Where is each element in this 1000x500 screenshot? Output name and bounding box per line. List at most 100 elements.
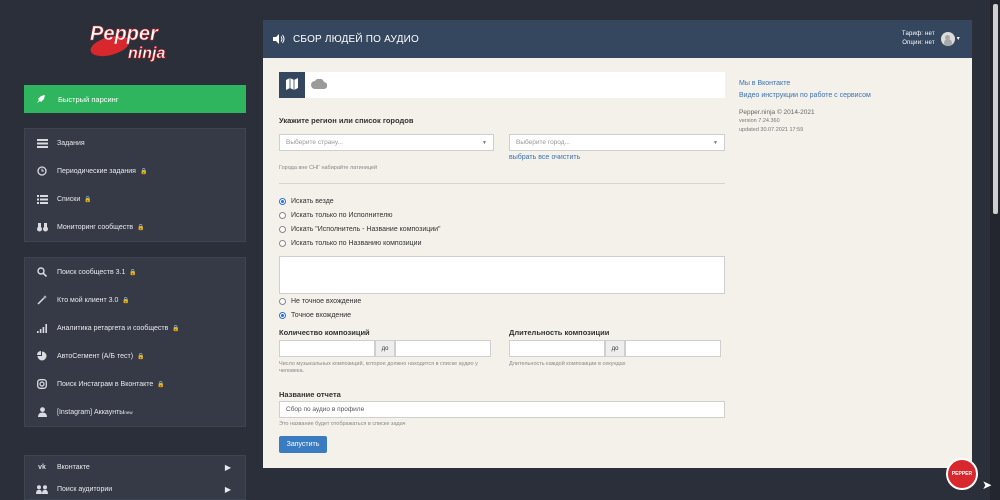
cloud-icon (311, 78, 328, 91)
lock-icon: 🔒 (129, 269, 137, 276)
lock-icon: 🔒 (137, 224, 145, 231)
lock-icon: 🔒 (122, 297, 130, 304)
magic-wand-icon (35, 295, 49, 305)
city-actions: выбрать все очистить (509, 152, 580, 161)
fast-parse-button[interactable]: Быстрый парсинг (24, 85, 246, 113)
sidebar-item-instagram-search[interactable]: Поиск Инстаграм в Вконтакте 🔒 (25, 370, 245, 398)
speaker-icon (273, 34, 285, 44)
binoculars-icon (35, 222, 49, 232)
match-mode-exact[interactable]: Точное вхождение (279, 308, 361, 322)
radio-label: Искать везде (291, 197, 334, 205)
duration-range: до (509, 340, 721, 357)
radio-button[interactable] (279, 211, 286, 219)
sidebar-item-monitoring[interactable]: Мониторинг сообществ 🔒 (25, 213, 245, 241)
logo-icon: Pepper ninja (90, 23, 166, 63)
lock-icon: 🔒 (139, 168, 148, 175)
radio-button[interactable] (279, 225, 286, 233)
duration-to-input[interactable] (625, 340, 721, 357)
source-tabs (279, 72, 725, 98)
radio-button[interactable] (279, 297, 286, 305)
lock-icon: 🔒 (137, 353, 145, 360)
sidebar: Pepper ninja Быстрый парсинг Задания Пер… (0, 0, 262, 500)
report-name-input[interactable]: Сбор по аудио в профиле (279, 401, 725, 418)
sidebar-item-label: Кто мой клиент 3.0 (57, 296, 119, 304)
updated-text: updated 30.07.2021 17:59 (739, 127, 804, 133)
avatar[interactable] (940, 32, 955, 46)
page-scrollbar[interactable] (990, 0, 1000, 500)
sidebar-item-retarget-analytics[interactable]: Аналитика ретаргета и сообществ 🔒 (25, 314, 245, 342)
match-mode-inexact[interactable]: Не точное вхождение (279, 294, 361, 308)
duration-hint: Длительность каждой композиции в секунда… (509, 361, 626, 367)
duration-label: Длительность композиции (509, 328, 610, 337)
account-menu[interactable]: Тариф: нет Опции: нет ▾ (902, 30, 960, 48)
sidebar-item-who-is-my-client[interactable]: Кто мой клиент 3.0 🔒 (25, 286, 245, 314)
sidebar-item-label: Мониторинг сообществ (57, 223, 134, 231)
sidebar-item-label: Задания (57, 139, 85, 147)
radio-button[interactable] (279, 239, 286, 247)
lock-icon: 🔒 (157, 381, 165, 388)
tasks-icon (35, 138, 49, 148)
sidebar-item-label: [Instagram] Аккаунты (57, 408, 125, 416)
vk-icon: vk (38, 463, 46, 471)
search-mode-artist-title[interactable]: Искать "Исполнитель - Название композици… (279, 222, 441, 236)
chevron-down-icon: ▼ (482, 140, 487, 146)
query-textarea[interactable] (279, 256, 725, 294)
count-to-label: до (375, 340, 395, 357)
city-select[interactable]: Выберите город... ▼ (509, 134, 725, 151)
region-label: Укажите регион или список городов (279, 116, 414, 125)
search-mode-everywhere[interactable]: Искать везде (279, 194, 441, 208)
vk-link[interactable]: Мы в Вконтакте (739, 78, 939, 90)
caret-down-icon: ▾ (956, 35, 960, 42)
duration-to-label: до (605, 340, 625, 357)
run-button[interactable]: Запустить (279, 436, 327, 453)
count-range: до (279, 340, 491, 357)
new-badge: new (124, 409, 133, 415)
fast-parse-label: Быстрый парсинг (58, 94, 119, 104)
report-hint: Это название будет отображаться в списке… (279, 421, 406, 427)
lock-icon: 🔒 (172, 325, 180, 332)
report-label: Название отчета (279, 390, 341, 399)
sidebar-item-tasks[interactable]: Задания (25, 129, 245, 157)
lock-icon: 🔒 (84, 196, 92, 203)
sidebar-item-label: Поиск сообществ 3.1 (57, 268, 126, 276)
menu-group-tools: Поиск сообществ 3.1 🔒 Кто мой клиент 3.0… (24, 257, 246, 427)
duration-from-input[interactable] (509, 340, 605, 357)
version-text: version 7.24.360 (739, 118, 780, 124)
sidebar-item-instagram-accounts[interactable]: [Instagram] Аккаунты new (25, 398, 245, 426)
main-panel: СБОР ЛЮДЕЙ ПО АУДИО Тариф: нет Опции: не… (263, 20, 972, 468)
country-placeholder: Выберите страну... (286, 139, 343, 146)
tab-map[interactable] (279, 72, 305, 98)
sidebar-item-label: АвтоСегмент (А/Б тест) (57, 352, 134, 360)
country-select[interactable]: Выберите страну... ▼ (279, 134, 494, 151)
chevron-down-icon: ▼ (713, 140, 718, 146)
count-to-input[interactable] (395, 340, 491, 357)
sidebar-item-autosegment[interactable]: АвтоСегмент (А/Б тест) 🔒 (25, 342, 245, 370)
pepper-ninja-logo[interactable]: Pepper ninja (82, 16, 192, 66)
select-all-link[interactable]: выбрать все (509, 154, 549, 161)
match-mode-group: Не точное вхождение Точное вхождение (279, 294, 361, 322)
count-from-input[interactable] (279, 340, 375, 357)
sidebar-item-lists[interactable]: Списки 🔒 (25, 185, 245, 213)
sidebar-item-label: Вконтакте (57, 463, 90, 471)
radio-label: Искать только по Исполнителю (291, 211, 393, 219)
users-icon (35, 484, 49, 494)
search-mode-artist[interactable]: Искать только по Исполнителю (279, 208, 441, 222)
radio-button[interactable] (279, 197, 286, 205)
sidebar-item-periodic-tasks[interactable]: Периодические задания 🔒 (25, 157, 245, 185)
sidebar-item-vkontakte[interactable]: vk Вконтакте ▶ (25, 456, 245, 478)
report-name-value: Сбор по аудио в профиле (286, 406, 365, 413)
instagram-icon (35, 379, 49, 389)
user-icon (35, 407, 49, 417)
radio-button[interactable] (279, 311, 286, 319)
clear-link[interactable]: очистить (551, 154, 580, 161)
tab-cloud[interactable] (311, 78, 328, 91)
radio-label: Искать только по Названию композиции (291, 239, 422, 247)
copyright-text: Pepper.ninja © 2014-2021 (739, 109, 815, 116)
scrollbar-thumb[interactable] (993, 4, 998, 214)
sidebar-item-audience-search[interactable]: Поиск аудитории ▶ (25, 478, 245, 500)
pepper-chat-badge[interactable]: PEPPER (946, 458, 978, 490)
map-icon (286, 78, 298, 92)
search-mode-title[interactable]: Искать только по Названию композиции (279, 236, 441, 250)
video-instructions-link[interactable]: Видео инструкции по работе с сервисом (739, 90, 939, 102)
sidebar-item-community-search[interactable]: Поиск сообществ 3.1 🔒 (25, 258, 245, 286)
